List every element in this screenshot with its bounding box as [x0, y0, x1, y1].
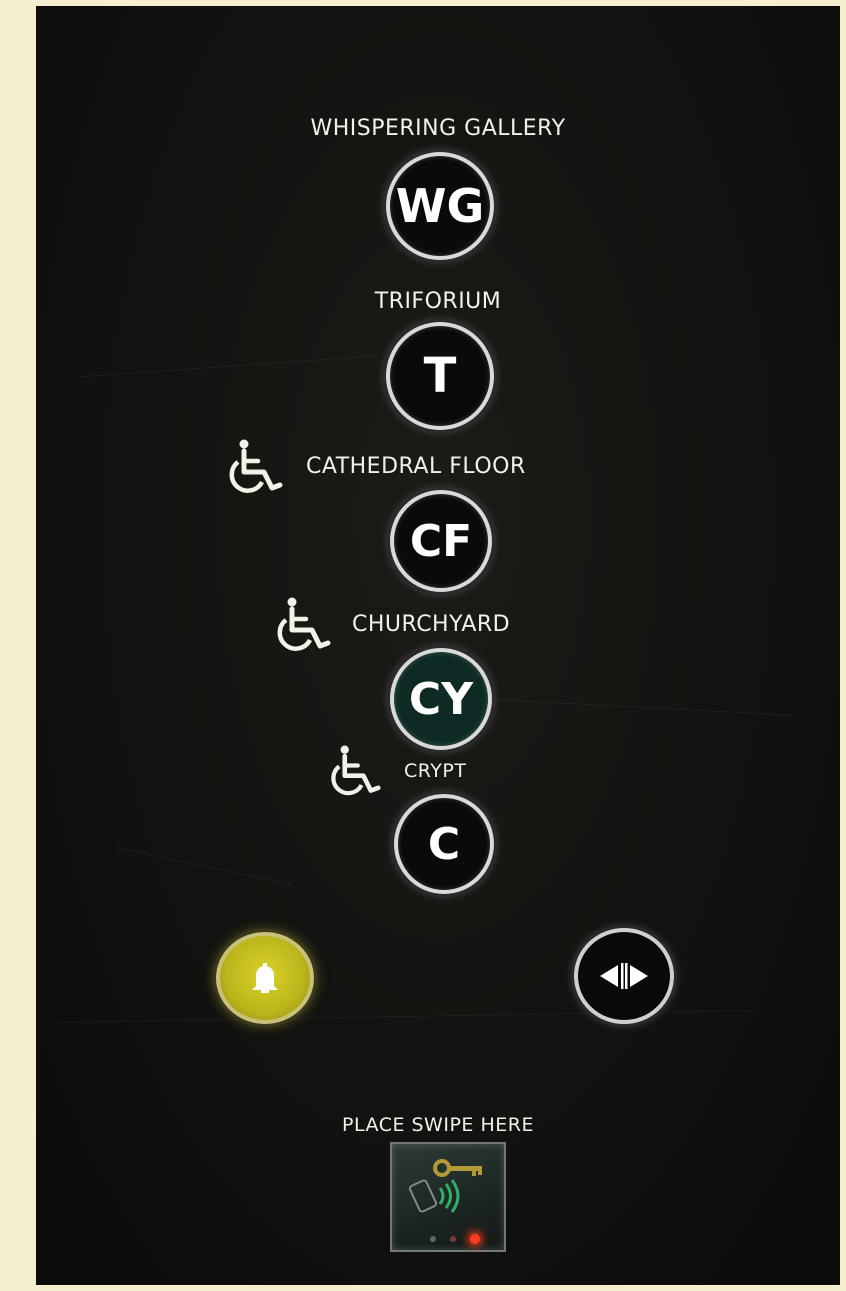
indicator-light-active — [470, 1234, 480, 1244]
floor-button-code: CY — [408, 673, 474, 725]
floor-button-churchyard[interactable]: CY — [390, 648, 492, 750]
door-open-button[interactable] — [574, 928, 674, 1024]
swipe-label: PLACE SWIPE HERE — [342, 1114, 534, 1136]
wheelchair-icon — [331, 745, 381, 796]
floor-button-whispering-gallery[interactable]: WG — [386, 152, 494, 260]
floor-button-triforium[interactable]: T — [386, 322, 494, 430]
floor-button-code: WG — [395, 179, 485, 233]
floor-button-code: C — [427, 818, 461, 870]
door-open-icon — [600, 963, 648, 989]
indicator-light — [430, 1236, 436, 1242]
floor-button-crypt[interactable]: C — [394, 794, 494, 894]
floor-button-code: T — [423, 348, 457, 404]
floor-button-code: CF — [409, 515, 473, 567]
indicator-light — [450, 1236, 456, 1242]
swipe-card-reader[interactable] — [390, 1142, 506, 1252]
floor-label-whispering-gallery: WHISPERING GALLERY — [310, 116, 566, 141]
surface-scratch — [456, 697, 796, 716]
floor-label-churchyard: CHURCHYARD — [352, 612, 511, 637]
elevator-panel: WHISPERING GALLERY WG TRIFORIUM T CATHED… — [36, 6, 840, 1285]
floor-label-cathedral-floor: CATHEDRAL FLOOR — [306, 454, 526, 479]
surface-scratch — [117, 847, 295, 886]
wheelchair-icon — [277, 597, 331, 651]
wheelchair-icon — [229, 439, 283, 493]
bell-icon — [252, 963, 278, 993]
surface-scratch — [76, 355, 376, 378]
floor-button-cathedral-floor[interactable]: CF — [390, 490, 492, 592]
key-card-icon — [408, 1159, 482, 1213]
floor-label-crypt: CRYPT — [404, 760, 467, 782]
floor-label-triforium: TRIFORIUM — [374, 289, 502, 314]
alarm-button[interactable] — [216, 932, 314, 1024]
